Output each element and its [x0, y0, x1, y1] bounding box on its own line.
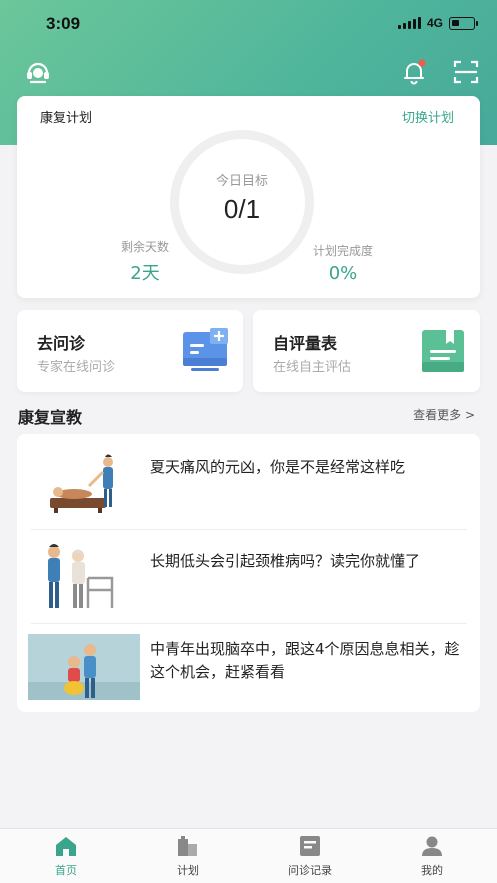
home-icon	[56, 837, 76, 856]
tab-consult-records[interactable]: 问诊记录	[248, 829, 372, 883]
profile-icon	[422, 836, 442, 856]
tab-profile[interactable]: 我的	[370, 829, 494, 883]
self-assessment-card[interactable]: 自评量表 在线自主评估	[253, 310, 480, 392]
education-section-title: 康复宣教	[18, 408, 83, 427]
remaining-days-value: 2天	[130, 263, 160, 284]
remaining-days-label: 剩余天数	[120, 240, 169, 254]
article-title: 长期低头会引起颈椎病吗？读完你就懂了	[150, 552, 421, 570]
top-toolbar	[0, 58, 497, 88]
article-thumbnail	[28, 634, 140, 700]
consultation-icon	[183, 328, 228, 371]
consultation-card[interactable]: 去问诊 专家在线问诊	[17, 310, 243, 392]
completion-value: 0%	[328, 263, 358, 284]
article-title: 中青年出现脑卒中，跟这4个原因息息相关，趁这个机会，赶紧看看	[150, 640, 460, 681]
article-title: 夏天痛风的元凶，你是不是经常这样吃	[150, 458, 406, 476]
bottom-tabbar: 首页 计划 问诊记录 我的	[0, 828, 497, 883]
status-bar: 3:09 4G	[0, 0, 497, 48]
article-item[interactable]: 夏天痛风的元凶，你是不是经常这样吃	[17, 434, 480, 528]
network-type: 4G	[426, 16, 443, 30]
self-assessment-subtitle: 在线自主评估	[273, 360, 352, 375]
status-indicators: 4G	[397, 16, 478, 30]
tab-home[interactable]: 首页	[4, 829, 128, 883]
consultation-subtitle: 专家在线问诊	[37, 360, 116, 375]
goal-label: 今日目标	[215, 174, 268, 189]
signal-icon	[397, 17, 421, 29]
status-time: 3:09	[46, 14, 81, 33]
goal-value: 0/1	[223, 194, 261, 224]
tab-plan-label: 计划	[177, 864, 199, 877]
tab-profile-label: 我的	[421, 864, 443, 877]
self-assessment-title: 自评量表	[273, 334, 338, 353]
switch-plan-link[interactable]: 切换计划	[402, 107, 454, 126]
battery-icon	[449, 16, 478, 30]
plan-card-title: 康复计划	[40, 111, 93, 126]
rehab-plan-card: 康复计划 切换计划 今日目标 0/1 剩余天数 2天 计划完成度 0%	[17, 96, 480, 298]
article-thumbnail	[50, 454, 113, 513]
plan-icon	[178, 836, 197, 856]
tab-home-label: 首页	[55, 864, 77, 877]
article-item[interactable]: 长期低头会引起颈椎病吗？读完你就懂了	[17, 530, 480, 622]
completion-label: 计划完成度	[312, 244, 373, 258]
customer-service-icon[interactable]	[24, 58, 52, 86]
notification-bell-icon[interactable]	[400, 58, 428, 86]
tab-plan[interactable]: 计划	[126, 829, 250, 883]
article-list: 夏天痛风的元凶，你是不是经常这样吃 长期低头会引起颈椎病吗？读完你就懂了 中青年…	[17, 434, 480, 712]
remaining-days-stat: 剩余天数 2天	[85, 238, 205, 285]
scan-icon[interactable]	[452, 58, 480, 86]
tab-consult-records-label: 问诊记录	[288, 864, 332, 877]
consult-record-icon	[300, 836, 320, 856]
article-thumbnail	[48, 544, 114, 608]
article-item[interactable]: 中青年出现脑卒中，跟这4个原因息息相关，趁这个机会，赶紧看看	[17, 624, 480, 712]
view-more-link[interactable]: 查看更多 >	[413, 406, 475, 423]
assessment-book-icon	[422, 330, 464, 372]
consultation-title: 去问诊	[37, 334, 86, 353]
completion-stat: 计划完成度 0%	[283, 242, 403, 284]
